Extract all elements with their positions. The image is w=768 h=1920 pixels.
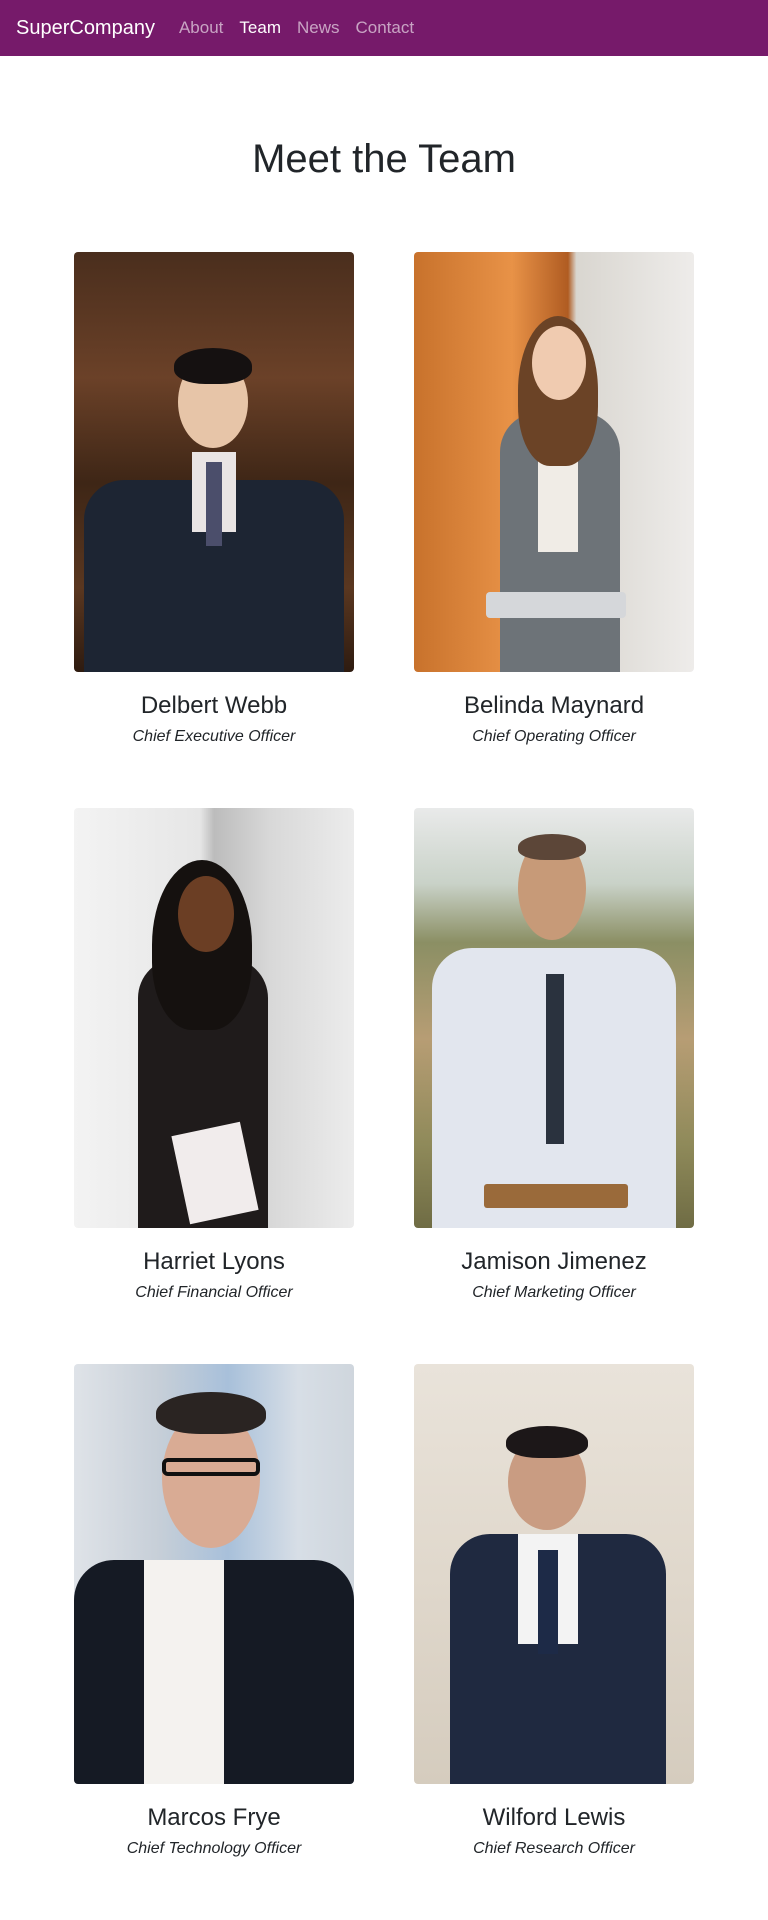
team-member-role: Chief Marketing Officer bbox=[472, 1284, 636, 1301]
team-card: Marcos Frye Chief Technology Officer bbox=[74, 1364, 354, 1920]
team-card: Wilford Lewis Chief Research Officer bbox=[414, 1364, 694, 1920]
nav-link-about[interactable]: About bbox=[179, 18, 223, 38]
team-member-role: Chief Operating Officer bbox=[472, 728, 636, 745]
team-member-name: Wilford Lewis bbox=[482, 1804, 626, 1831]
team-member-photo bbox=[414, 252, 694, 672]
team-grid: Delbert Webb Chief Executive Officer Bel… bbox=[74, 252, 694, 1920]
team-member-photo bbox=[414, 808, 694, 1228]
team-card: Jamison Jimenez Chief Marketing Officer bbox=[414, 808, 694, 1364]
team-member-role: Chief Technology Officer bbox=[126, 1840, 302, 1857]
nav-link-team[interactable]: Team bbox=[239, 18, 281, 38]
team-member-photo bbox=[74, 252, 354, 672]
navbar: SuperCompany About Team News Contact bbox=[0, 0, 768, 56]
team-card: Belinda Maynard Chief Operating Officer bbox=[414, 252, 694, 808]
team-member-name: Belinda Maynard bbox=[463, 692, 645, 719]
team-member-photo bbox=[74, 808, 354, 1228]
nav-links: About Team News Contact bbox=[179, 18, 414, 38]
team-member-name: Marcos Frye bbox=[147, 1804, 281, 1831]
team-card: Delbert Webb Chief Executive Officer bbox=[74, 252, 354, 808]
team-member-photo bbox=[74, 1364, 354, 1784]
team-member-name: Delbert Webb bbox=[140, 692, 288, 719]
team-member-role: Chief Executive Officer bbox=[132, 728, 296, 745]
team-member-photo bbox=[414, 1364, 694, 1784]
team-card: Harriet Lyons Chief Financial Officer bbox=[74, 808, 354, 1364]
team-member-role: Chief Research Officer bbox=[473, 1840, 635, 1857]
nav-link-news[interactable]: News bbox=[297, 18, 340, 38]
page-title: Meet the Team bbox=[252, 137, 516, 181]
team-member-role: Chief Financial Officer bbox=[135, 1284, 293, 1301]
nav-link-contact[interactable]: Contact bbox=[356, 18, 415, 38]
team-member-name: Jamison Jimenez bbox=[461, 1248, 647, 1275]
brand-logo[interactable]: SuperCompany bbox=[16, 17, 155, 40]
team-member-name: Harriet Lyons bbox=[143, 1248, 285, 1275]
